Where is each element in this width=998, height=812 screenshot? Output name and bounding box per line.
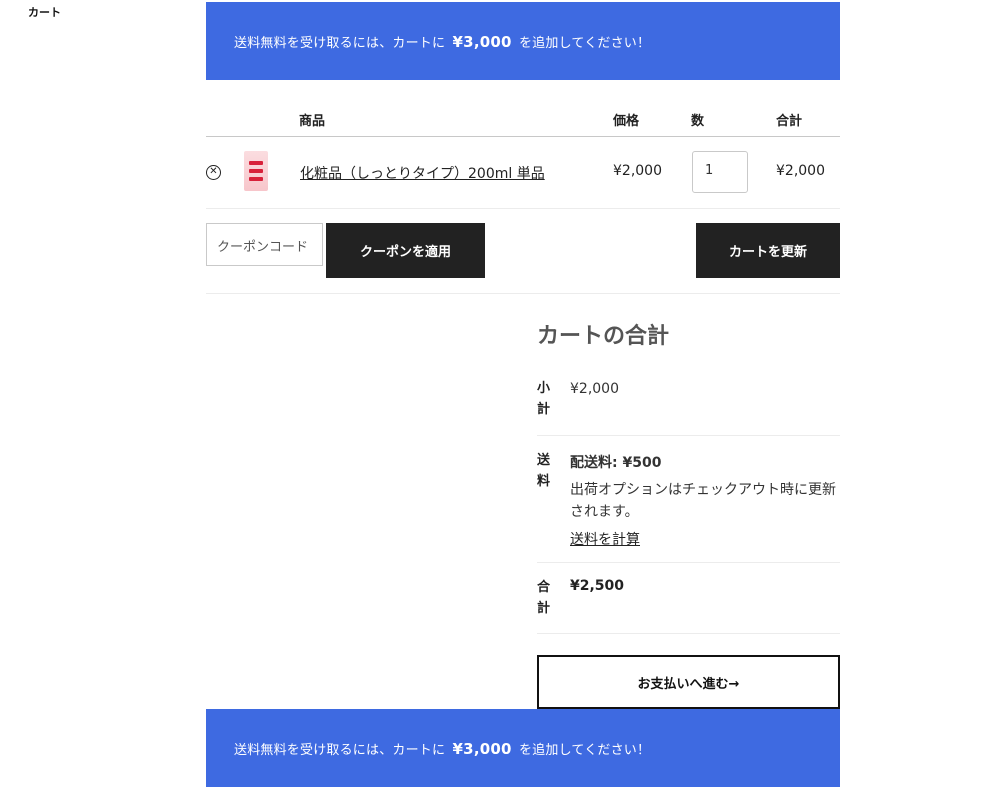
header-subtotal: 合計 [776,114,803,129]
shipping-label: 送料 [537,453,551,489]
totals-divider [537,633,840,634]
subtotal-value: ¥2,000 [570,381,619,397]
header-quantity: 数 [691,114,705,129]
banner-text-before: 送料無料を受け取るには、カートに [234,35,446,51]
header-product: 商品 [299,114,326,129]
shipping-note: 出荷オプションはチェックアウト時に更新されます。 [570,482,836,520]
free-shipping-banner-bottom: 送料無料を受け取るには、カートに ¥3,000 を追加してください！ [206,709,840,787]
cart-table-header: 商品 価格 数 合計 [206,101,840,137]
header-price: 価格 [613,114,640,129]
section-divider [206,293,840,294]
proceed-to-checkout-button[interactable]: お支払いへ進む→ [537,655,840,709]
page-title: カート [28,6,61,19]
subtotal-label: 小計 [537,381,551,417]
product-thumbnail[interactable] [244,151,268,191]
product-name-link[interactable]: 化粧品（しっとりタイプ）200ml 単品 [300,163,545,183]
calculate-shipping-link[interactable]: 送料を計算 [570,529,640,549]
cart-item-row: ✕ 化粧品（しっとりタイプ）200ml 単品 ¥2,000 1 ¥2,000 [206,137,840,209]
quantity-input[interactable]: 1 [692,151,748,193]
update-cart-button[interactable]: カートを更新 [696,223,840,278]
totals-divider [537,562,840,563]
totals-divider [537,435,840,436]
apply-coupon-button[interactable]: クーポンを適用 [326,223,485,278]
total-label: 合計 [537,580,551,616]
item-price: ¥2,000 [613,163,662,179]
free-shipping-banner-top: 送料無料を受け取るには、カートに ¥3,000 を追加してください！ [206,2,840,80]
item-total: ¥2,000 [776,163,825,179]
banner-text-after: を追加してください！ [518,742,651,758]
remove-item-icon[interactable]: ✕ [206,165,221,180]
total-value: ¥2,500 [570,578,625,594]
shipping-value: 配送料: ¥500 [570,455,662,471]
banner-amount: ¥3,000 [452,32,512,51]
banner-text-after: を追加してください！ [518,35,651,51]
banner-amount: ¥3,000 [452,739,512,758]
banner-text-before: 送料無料を受け取るには、カートに [234,742,446,758]
cart-totals-title: カートの合計 [537,324,670,349]
coupon-code-input[interactable]: クーポンコード [206,223,323,266]
